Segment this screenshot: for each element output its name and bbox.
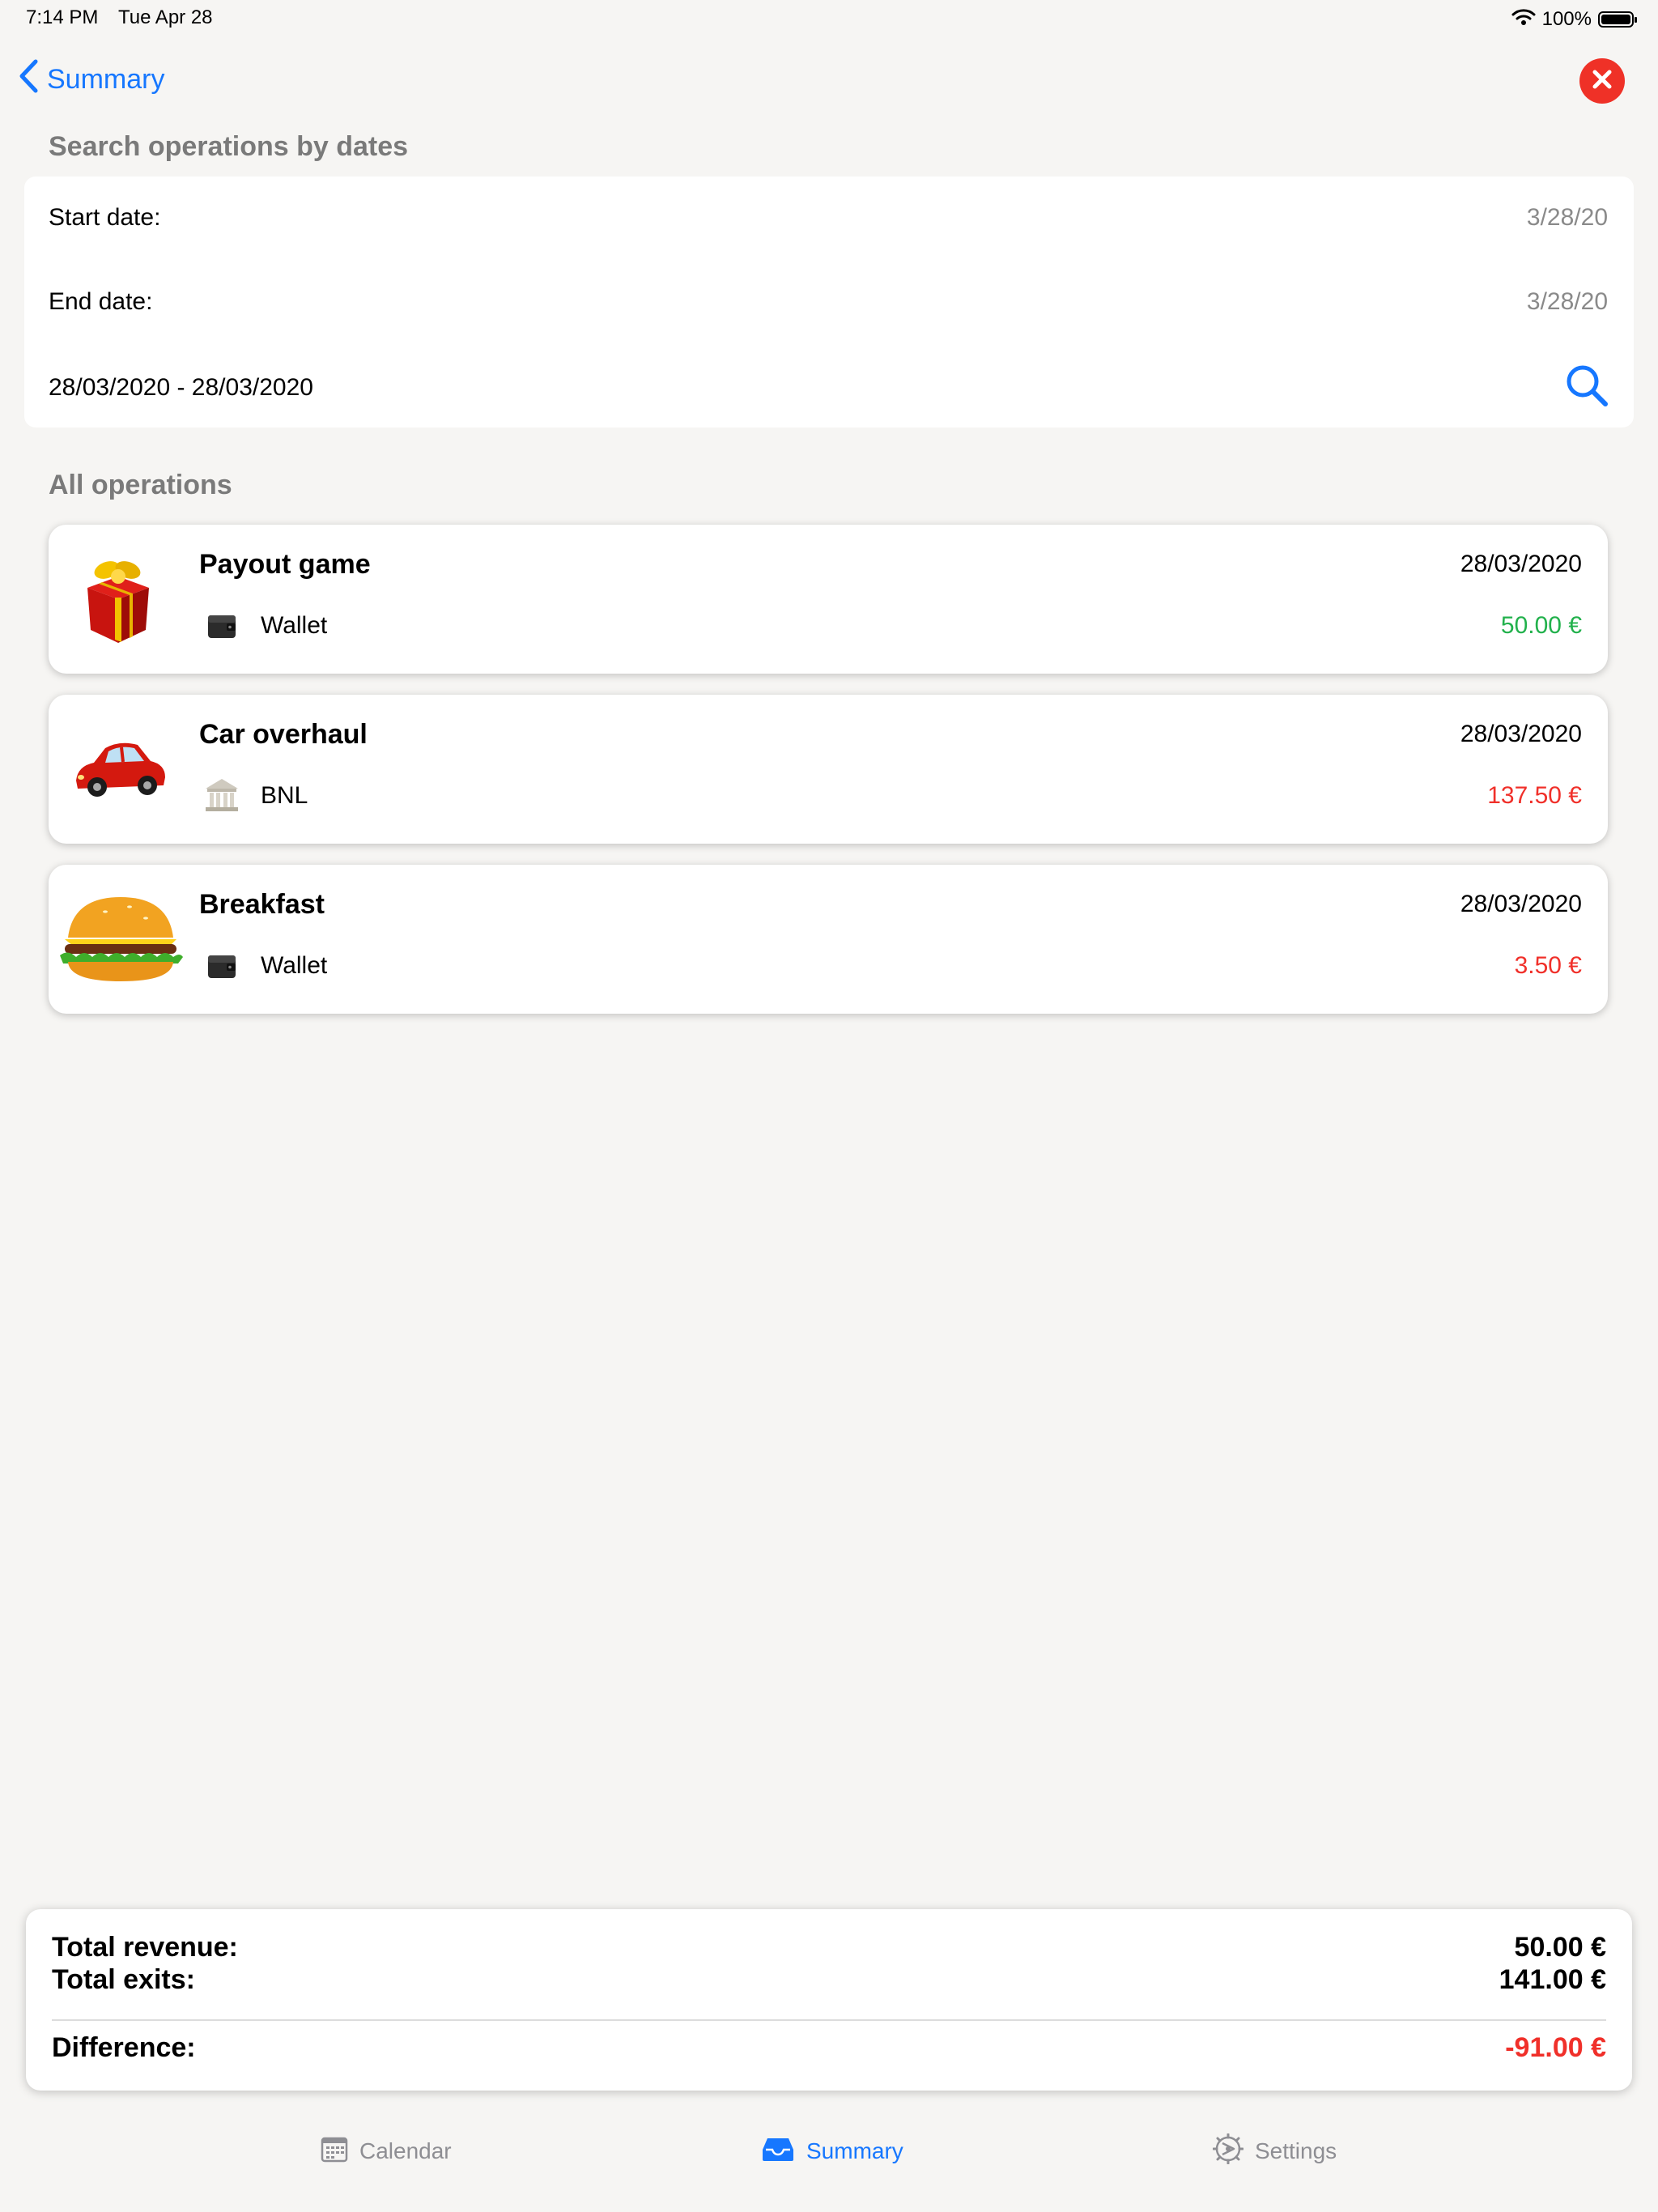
tab-settings[interactable]: Settings bbox=[1212, 2129, 1337, 2173]
chevron-left-icon bbox=[18, 59, 39, 100]
start-date-picker[interactable]: 3/28/20 bbox=[1527, 204, 1608, 232]
operation-amount: 137.50 € bbox=[1487, 782, 1582, 809]
end-date-label: End date: bbox=[49, 288, 153, 315]
operations-section-header: All operations bbox=[49, 470, 232, 500]
tab-calendar[interactable]: Calendar bbox=[321, 2129, 452, 2173]
operation-account: Wallet bbox=[261, 612, 328, 639]
wallet-icon bbox=[206, 609, 238, 641]
calendar-icon bbox=[321, 2135, 348, 2168]
status-time: 7:14 PM bbox=[26, 6, 99, 28]
gift-icon bbox=[70, 552, 165, 648]
operation-amount: 3.50 € bbox=[1514, 952, 1582, 979]
total-exits-label: Total exits: bbox=[52, 1964, 195, 1995]
wallet-icon bbox=[206, 949, 238, 981]
difference-value: -91.00 € bbox=[1505, 2032, 1606, 2063]
divider bbox=[52, 2019, 1606, 2021]
burger-icon bbox=[57, 892, 185, 988]
operation-date: 28/03/2020 bbox=[1460, 891, 1582, 917]
battery-icon bbox=[1598, 11, 1637, 28]
difference-label: Difference: bbox=[52, 2032, 196, 2063]
operation-date: 28/03/2020 bbox=[1460, 551, 1582, 577]
tab-summary[interactable]: Summary bbox=[761, 2129, 903, 2173]
operation-date: 28/03/2020 bbox=[1460, 721, 1582, 747]
inbox-tray-icon bbox=[761, 2135, 795, 2168]
back-label: Summary bbox=[47, 63, 165, 95]
tab-label: Settings bbox=[1255, 2138, 1337, 2163]
total-revenue-value: 50.00 € bbox=[1514, 1932, 1606, 1963]
search-button[interactable] bbox=[1564, 363, 1609, 408]
close-button[interactable] bbox=[1579, 58, 1625, 104]
start-date-label: Start date: bbox=[49, 204, 161, 231]
bank-icon bbox=[202, 776, 241, 815]
operation-account: Wallet bbox=[261, 952, 328, 979]
gear-icon bbox=[1212, 2133, 1244, 2170]
totals-card: Total revenue: 50.00 € Total exits: 141.… bbox=[26, 1909, 1632, 2091]
status-date: Tue Apr 28 bbox=[118, 6, 213, 28]
end-date-picker[interactable]: 3/28/20 bbox=[1527, 288, 1608, 316]
operation-card[interactable]: Breakfast 28/03/2020 Wallet 3.50 € bbox=[49, 865, 1608, 1014]
search-icon bbox=[1564, 365, 1609, 411]
operation-title: Payout game bbox=[199, 549, 371, 580]
date-range-text: 28/03/2020 - 28/03/2020 bbox=[49, 374, 313, 401]
operation-title: Breakfast bbox=[199, 889, 325, 920]
back-button[interactable]: Summary bbox=[18, 58, 164, 100]
wifi-icon bbox=[1511, 8, 1536, 32]
battery-percent: 100% bbox=[1541, 8, 1592, 30]
search-section-header: Search operations by dates bbox=[49, 131, 409, 162]
total-revenue-label: Total revenue: bbox=[52, 1932, 238, 1963]
operation-amount: 50.00 € bbox=[1500, 612, 1582, 639]
status-indicators: 100% bbox=[1511, 6, 1637, 32]
tab-label: Summary bbox=[806, 2138, 903, 2163]
operation-card[interactable]: Payout game 28/03/2020 Wallet 50.00 € bbox=[49, 525, 1608, 674]
tab-label: Calendar bbox=[359, 2138, 452, 2163]
operation-account: BNL bbox=[261, 782, 308, 809]
operation-card[interactable]: Car overhaul 28/03/2020 BNL 137.50 € bbox=[49, 695, 1608, 844]
total-exits-value: 141.00 € bbox=[1499, 1964, 1606, 1995]
operation-title: Car overhaul bbox=[199, 719, 368, 750]
date-search-card: Start date: 3/28/20 End date: 3/28/20 28… bbox=[24, 177, 1634, 428]
close-icon bbox=[1592, 69, 1613, 94]
car-icon bbox=[70, 724, 170, 813]
